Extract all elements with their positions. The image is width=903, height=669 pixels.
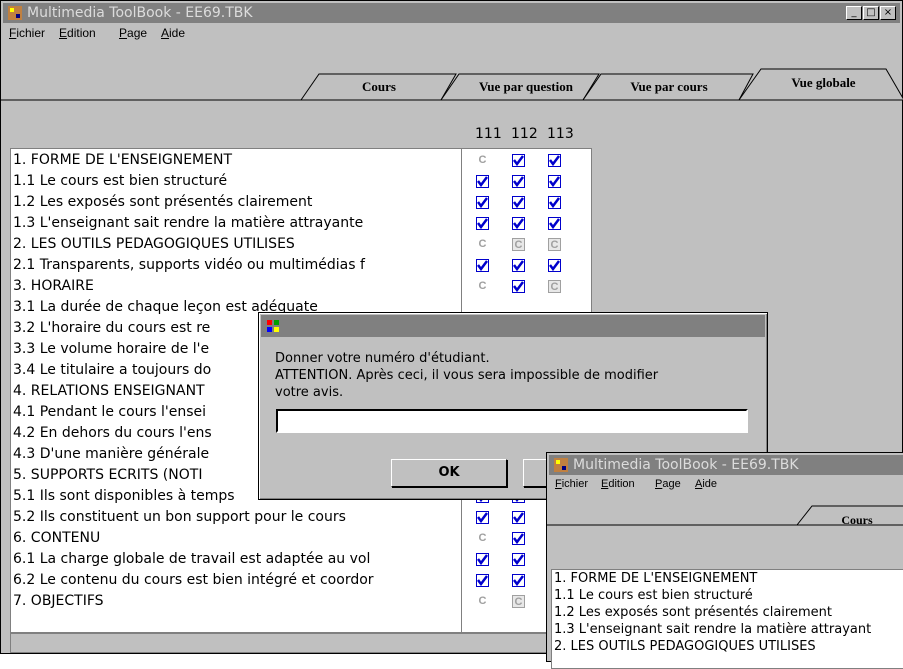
c-mark-icon: C	[478, 595, 487, 607]
windows-flag-icon	[267, 320, 279, 332]
question-row[interactable]: 2. LES OUTILS PEDAGOGIQUES UTILISES	[13, 234, 459, 255]
column-header-112: 112	[511, 126, 538, 142]
check-icon	[512, 532, 525, 545]
question-row[interactable]: 1.3 L'enseignant sait rendre la matière …	[13, 213, 459, 234]
question-row[interactable]: 1.2 Les exposés sont présentés clairemen…	[13, 192, 459, 213]
check-icon	[548, 196, 561, 209]
dialog-message-line2: ATTENTION. Après ceci, il vous sera impo…	[275, 368, 659, 383]
column-header-113: 113	[547, 126, 574, 142]
menu-aide[interactable]: Aide	[161, 26, 185, 40]
check-icon	[548, 259, 561, 272]
check-icon	[548, 175, 561, 188]
question-row[interactable]: 1.1 Le cours est bien structuré	[554, 587, 903, 604]
c-box-icon: C	[548, 238, 561, 251]
menu-fichier[interactable]: Fichier	[9, 26, 45, 40]
minimize-button[interactable]: _	[846, 6, 862, 20]
check-icon	[512, 511, 525, 524]
c-mark-icon: C	[478, 154, 487, 166]
c-box-icon: C	[512, 595, 525, 608]
maximize-button[interactable]: □	[863, 6, 879, 20]
question-row[interactable]: 7. OBJECTIFS	[13, 591, 459, 612]
check-icon	[548, 154, 561, 167]
check-icon	[512, 259, 525, 272]
toolbook-app-icon	[554, 458, 568, 472]
menu-page[interactable]: Page	[119, 26, 147, 40]
second-title-bar[interactable]: Multimedia ToolBook - EE69.TBK	[549, 455, 903, 475]
check-icon	[512, 175, 525, 188]
menu-aide[interactable]: Aide	[695, 478, 717, 490]
close-button[interactable]: ×	[880, 6, 896, 20]
second-question-list[interactable]: 1. FORME DE L'ENSEIGNEMENT 1.1 Le cours e…	[551, 569, 903, 669]
check-icon	[476, 574, 489, 587]
question-row[interactable]: 3. HORAIRE	[13, 276, 459, 297]
question-row[interactable]: 5.2 Ils constituent un bon support pour …	[13, 507, 459, 528]
student-number-input[interactable]	[276, 409, 748, 433]
check-icon	[512, 280, 525, 293]
check-icon	[548, 217, 561, 230]
question-row[interactable]: 1.3 L'enseignant sait rendre la matière …	[554, 621, 903, 638]
main-menu-bar: Fichier Edition Page Aide	[3, 24, 900, 42]
main-title-bar[interactable]: Multimedia ToolBook - EE69.TBK _ □ ×	[3, 3, 900, 23]
question-row[interactable]: 2.1 Transparents, supports vidéo ou mult…	[13, 255, 459, 276]
check-icon	[512, 154, 525, 167]
dialog-title-bar[interactable]	[261, 315, 765, 337]
check-icon	[512, 553, 525, 566]
check-icon	[476, 217, 489, 230]
c-box-icon: C	[548, 280, 561, 293]
question-row[interactable]: 6.2 Le contenu du cours est bien intégré…	[13, 570, 459, 591]
c-box-icon: C	[512, 238, 525, 251]
question-row[interactable]: 1. FORME DE L'ENSEIGNEMENT	[13, 150, 459, 171]
check-icon	[476, 196, 489, 209]
second-window-title: Multimedia ToolBook - EE69.TBK	[573, 457, 799, 473]
main-window-title: Multimedia ToolBook - EE69.TBK	[27, 5, 253, 21]
second-menu-bar: Fichier Edition Page Aide	[549, 476, 903, 494]
ok-button[interactable]: OK	[391, 459, 507, 487]
c-mark-icon: C	[478, 280, 487, 292]
menu-fichier[interactable]: Fichier	[555, 478, 588, 490]
menu-edition[interactable]: Edition	[59, 26, 96, 40]
check-icon	[476, 553, 489, 566]
c-mark-icon: C	[478, 532, 487, 544]
menu-page[interactable]: Page	[655, 478, 681, 490]
question-row[interactable]: 6. CONTENU	[13, 528, 459, 549]
check-icon	[476, 175, 489, 188]
check-icon	[512, 217, 525, 230]
c-mark-icon: C	[478, 238, 487, 250]
status-bar	[10, 633, 570, 653]
toolbook-app-icon	[8, 6, 22, 20]
check-icon	[476, 259, 489, 272]
menu-edition[interactable]: Edition	[601, 478, 635, 490]
column-header-111: 111	[475, 126, 502, 142]
check-icon	[476, 511, 489, 524]
question-row[interactable]: 2. LES OUTILS PEDAGOGIQUES UTILISES	[554, 638, 903, 655]
question-row[interactable]: 1. FORME DE L'ENSEIGNEMENT	[554, 570, 903, 587]
check-icon	[512, 196, 525, 209]
question-row[interactable]: 1.1 Le cours est bien structuré	[13, 171, 459, 192]
second-window: Multimedia ToolBook - EE69.TBK Fichier E…	[546, 452, 903, 669]
dialog-message-line3: votre avis.	[275, 385, 344, 400]
dialog-message-line1: Donner votre numéro d'étudiant.	[275, 351, 490, 366]
check-icon	[512, 574, 525, 587]
question-row[interactable]: 1.2 Les exposés sont présentés clairemen…	[554, 604, 903, 621]
question-row[interactable]: 6.1 La charge globale de travail est ada…	[13, 549, 459, 570]
